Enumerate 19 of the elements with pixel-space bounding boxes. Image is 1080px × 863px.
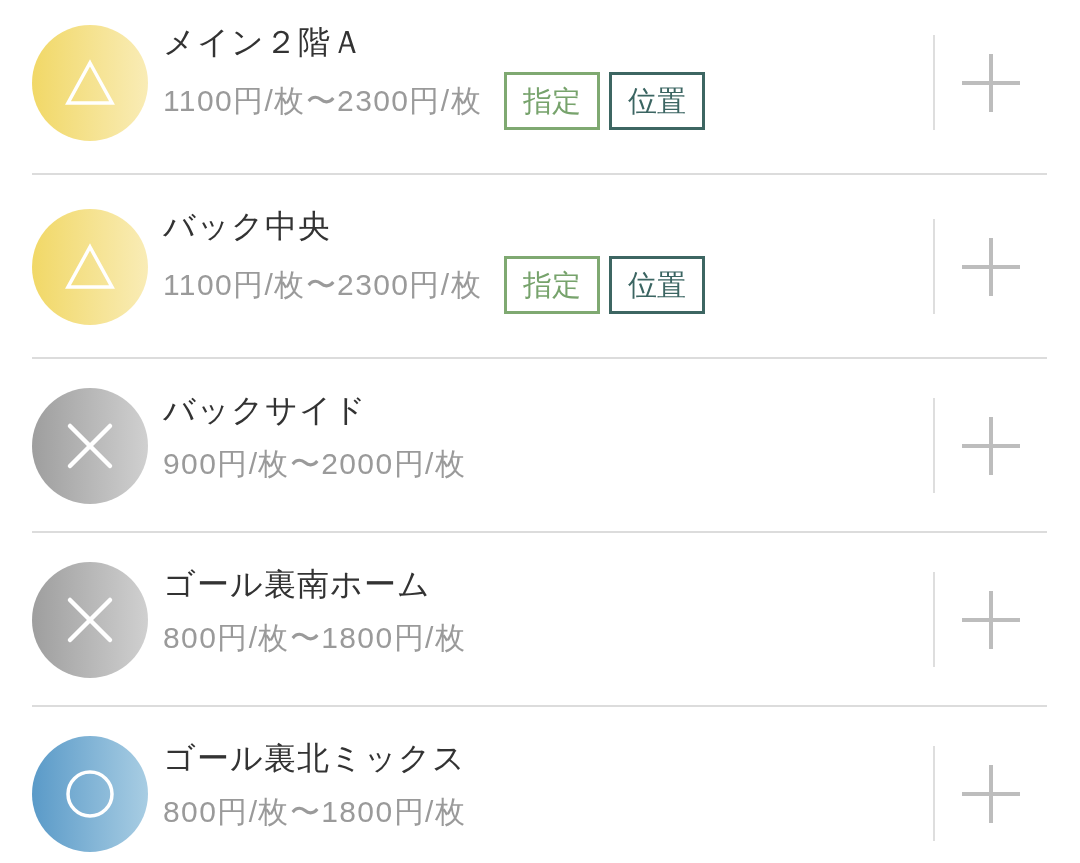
area-name: ゴール裏北ミックス [163, 739, 467, 778]
area-name: メイン２階Ａ [163, 23, 365, 62]
area-name: バックサイド [163, 391, 368, 430]
price-range: 1100円/枚〜2300円/枚 [163, 83, 482, 119]
area-name: ゴール裏南ホーム [163, 565, 432, 604]
price-range: 1100円/枚〜2300円/枚 [163, 267, 482, 303]
seat-type-tag: 指定 [503, 256, 600, 314]
price-range: 800円/枚〜1800円/枚 [163, 620, 467, 656]
plus-icon [962, 590, 1020, 649]
price-range: 900円/枚〜2000円/枚 [163, 446, 467, 482]
location-link[interactable]: 位置 [608, 72, 705, 130]
seat-type-tag: 指定 [503, 72, 600, 130]
plus-icon [962, 764, 1020, 823]
plus-icon [962, 416, 1020, 475]
plus-icon [962, 237, 1020, 296]
location-link[interactable]: 位置 [608, 256, 705, 314]
plus-icon [962, 53, 1020, 112]
price-range: 800円/枚〜1800円/枚 [163, 794, 467, 830]
area-name: バック中央 [163, 207, 332, 246]
